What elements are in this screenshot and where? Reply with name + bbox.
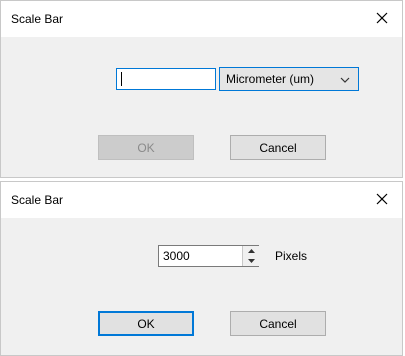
scale-bar-dialog-pixels: Scale Bar 3000 Pixels OK Cancel	[0, 181, 403, 356]
text-caret	[121, 72, 122, 86]
spin-down-icon[interactable]	[243, 256, 259, 266]
cancel-button[interactable]: Cancel	[230, 311, 326, 336]
cancel-button-label: Cancel	[259, 140, 297, 155]
close-icon[interactable]	[372, 8, 392, 28]
scale-bar-dialog-units: Scale Bar Micrometer (um) OK Cancel	[0, 0, 403, 178]
spin-up-icon[interactable]	[243, 246, 259, 256]
dialog-title: Scale Bar	[11, 12, 64, 26]
title-bar: Scale Bar	[1, 182, 402, 218]
unit-select-value: Micrometer (um)	[226, 72, 315, 86]
title-bar: Scale Bar	[1, 1, 402, 37]
pixels-label: Pixels	[275, 249, 308, 263]
pixels-spinner[interactable]	[242, 246, 259, 266]
unit-select[interactable]: Micrometer (um)	[219, 67, 359, 91]
ok-button[interactable]: OK	[98, 135, 194, 160]
scale-value-input[interactable]	[116, 68, 216, 90]
pixels-input-text: 3000	[163, 249, 190, 263]
ok-button-label: OK	[137, 140, 155, 155]
cancel-button[interactable]: Cancel	[230, 135, 326, 160]
cancel-button-label: Cancel	[259, 316, 297, 331]
ok-button-label: OK	[137, 316, 155, 331]
chevron-down-icon	[340, 74, 350, 88]
ok-button[interactable]: OK	[98, 311, 194, 336]
close-icon[interactable]	[372, 189, 392, 209]
dialog-title: Scale Bar	[11, 193, 64, 207]
